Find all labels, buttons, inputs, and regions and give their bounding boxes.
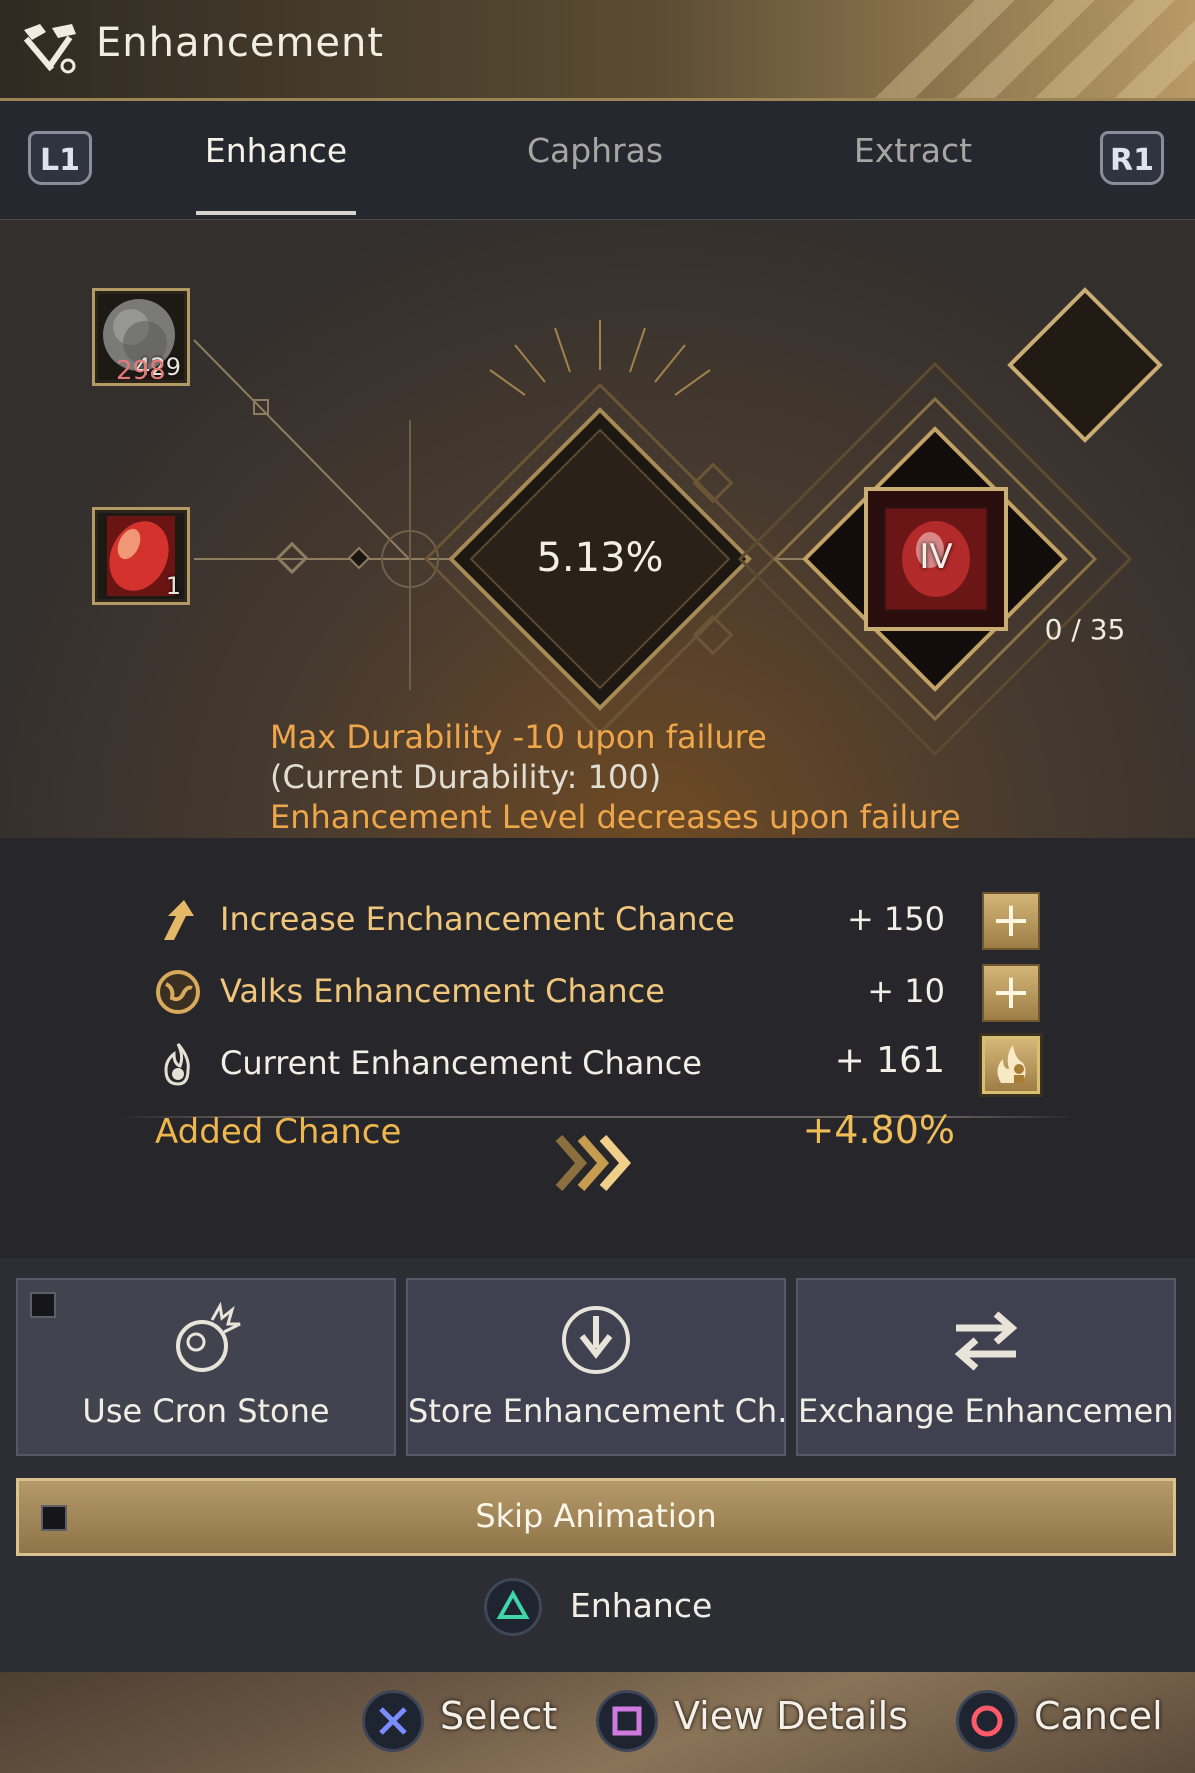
enhance-visual-area: 429 298 1 5.13% IV 0 / 35 Max Durability… (0, 220, 1195, 838)
r1-button[interactable]: R1 (1100, 131, 1164, 185)
square-button-icon (596, 1690, 658, 1752)
success-chance: 5.13% (536, 535, 664, 581)
option-label: Use Cron Stone (82, 1392, 330, 1430)
fire-people-icon (997, 1045, 1026, 1083)
l1-button[interactable]: L1 (28, 131, 92, 185)
stat-label: Increase Enchancement Chance (220, 900, 735, 938)
download-circle-icon (562, 1306, 630, 1374)
window-title: Enhancement (96, 20, 385, 66)
added-chance-value: +4.80% (802, 1108, 955, 1152)
arrow-up-icon (164, 900, 194, 940)
stat-label: Valks Enhancement Chance (220, 972, 665, 1010)
hammer-anvil-icon (23, 24, 76, 74)
skip-animation-toggle[interactable]: Skip Animation (16, 1478, 1176, 1556)
stat-valks-chance: Valks Enhancement Chance + 10 + (150, 962, 1050, 1022)
cron-stone-icon (176, 1302, 241, 1372)
cross-button-icon (362, 1690, 424, 1752)
flame-icon (164, 1043, 190, 1086)
item-level: IV (919, 537, 953, 577)
cancel-label: Cancel (1034, 1694, 1163, 1738)
view-details-label: View Details (674, 1694, 908, 1738)
enhancement-panel: Enhancement L1 Enhance Caphras Extract R… (0, 0, 1195, 1672)
option-label: Exchange Enhancemen... (798, 1392, 1174, 1430)
stat-current-chance: Current Enhancement Chance + 161 (150, 1034, 1050, 1094)
stat-value: + 10 (867, 972, 945, 1010)
fail-stack-counter: 0 / 35 (1044, 613, 1126, 646)
durability-warning: Max Durability -10 upon failure (270, 718, 767, 756)
enhancement-stats: Increase Enchancement Chance + 150 + Val… (0, 838, 1195, 1258)
triangle-button-icon (484, 1578, 542, 1636)
globe-icon (156, 970, 200, 1014)
plus-icon: + (990, 892, 1032, 948)
stat-value: + 150 (846, 900, 945, 938)
stat-label: Current Enhancement Chance (220, 1044, 702, 1082)
add-valks-chance-button[interactable]: + (982, 964, 1040, 1022)
gem-slot[interactable]: 1 (92, 507, 190, 605)
plus-icon: + (990, 964, 1032, 1020)
add-increase-chance-button[interactable]: + (982, 892, 1040, 950)
tab-bar: L1 Enhance Caphras Extract R1 (0, 101, 1195, 220)
skip-animation-label: Skip Animation (475, 1497, 717, 1535)
gem-count: 1 (165, 572, 181, 600)
circle-button-icon (956, 1690, 1018, 1752)
tab-enhance[interactable]: Enhance (186, 131, 366, 187)
chevron-right-icon (555, 1135, 631, 1191)
swap-arrows-icon (954, 1311, 1018, 1371)
active-tab-indicator (196, 211, 356, 215)
use-cron-stone-option[interactable]: Use Cron Stone (16, 1278, 396, 1456)
enhance-label: Enhance (570, 1586, 713, 1625)
stat-value: + 161 (834, 1040, 945, 1081)
fail-stack-button[interactable] (982, 1036, 1040, 1094)
tab-extract[interactable]: Extract (823, 131, 1003, 187)
title-bar: Enhancement (0, 0, 1195, 101)
select-label: Select (440, 1694, 558, 1738)
cron-stone-checkbox[interactable] (30, 1292, 56, 1318)
tab-caphras[interactable]: Caphras (505, 131, 685, 187)
stat-increase-chance: Increase Enchancement Chance + 150 + (150, 890, 1050, 950)
level-decrease-warning: Enhancement Level decreases upon failure (270, 798, 961, 836)
current-durability: (Current Durability: 100) (270, 758, 662, 796)
added-chance-label: Added Chance (155, 1112, 402, 1152)
store-enhancement-chance-option[interactable]: Store Enhancement Ch... (406, 1278, 786, 1456)
option-label: Store Enhancement Ch... (408, 1392, 784, 1430)
exchange-enhancement-option[interactable]: Exchange Enhancemen... (796, 1278, 1176, 1456)
title-decoration (875, 0, 1195, 98)
stone-required: 298 (116, 356, 166, 386)
